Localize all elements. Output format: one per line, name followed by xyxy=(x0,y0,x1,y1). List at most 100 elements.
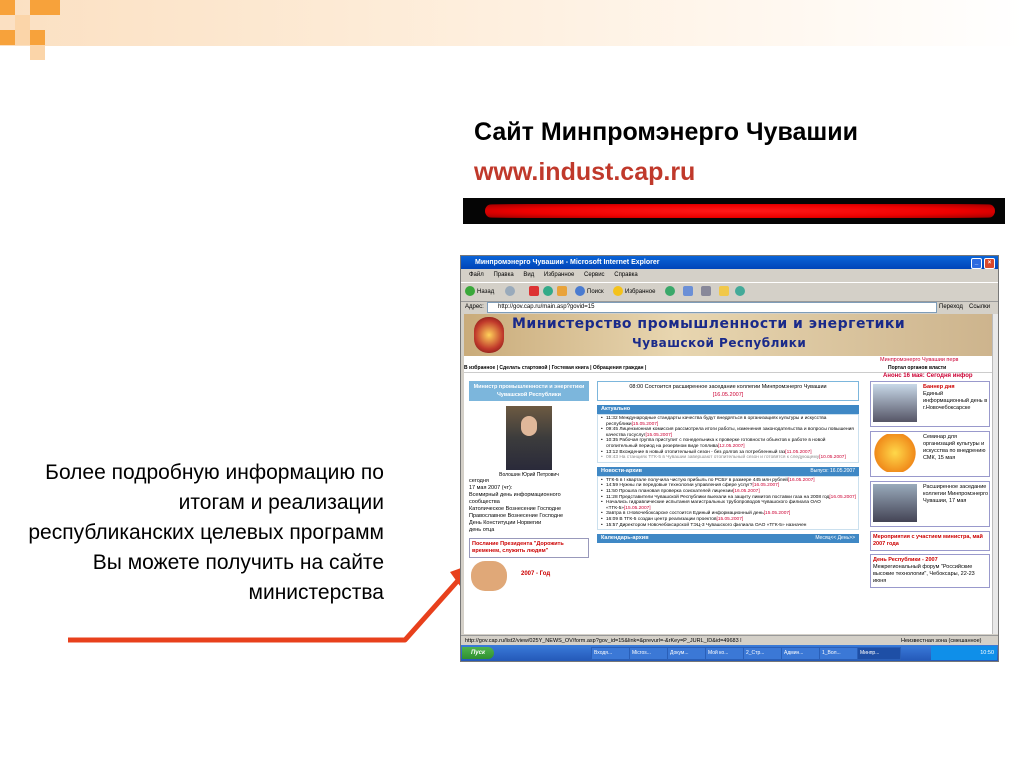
menu-item[interactable]: Избранное xyxy=(544,272,574,278)
print-button[interactable] xyxy=(701,286,713,298)
address-input[interactable]: http://gov.cap.ru/main.asp?govid=15 xyxy=(487,302,937,313)
list-item[interactable]: 09:45 Лицензионная комиссия рассмотрела … xyxy=(600,427,856,438)
menu-item[interactable]: Файл xyxy=(469,272,484,278)
taskbar-item[interactable]: Мой ко... xyxy=(705,647,745,660)
forward-button[interactable] xyxy=(505,286,517,298)
messenger-button[interactable] xyxy=(735,286,747,298)
back-button[interactable]: Назад xyxy=(465,286,494,298)
president-message-link[interactable]: Послание Президента "Дорожить временем, … xyxy=(469,538,589,558)
stop-icon xyxy=(529,286,539,297)
messenger-icon xyxy=(735,286,745,297)
taskbar-item[interactable]: Админ... xyxy=(781,647,821,660)
banner-line1: Министерство промышленности и энергетики xyxy=(512,316,906,332)
deco-square xyxy=(0,0,15,15)
taskbar-item[interactable]: 2_Стр... xyxy=(743,647,783,660)
star-icon xyxy=(613,286,623,297)
list-item[interactable]: 09:43 На станциях ТГК-5 в Чувашии заверш… xyxy=(600,455,856,461)
site-banner: Министерство промышленности и энергетики… xyxy=(464,314,992,356)
slide-top-gradient xyxy=(0,0,1024,46)
event-box[interactable]: 08:00 Состоится расширенное заседание ко… xyxy=(597,381,859,401)
start-button[interactable]: Пуск xyxy=(462,647,494,659)
go-button[interactable]: Переход xyxy=(939,301,963,313)
forward-icon xyxy=(505,286,515,297)
calendar-nav[interactable]: Месяц<< День>> xyxy=(815,534,855,543)
back-label: Назад xyxy=(477,289,495,295)
banner-of-day[interactable]: Баннер дня Единый информационный день в г… xyxy=(870,381,990,427)
browser-title: Минпромэнерго Чувашии - Microsoft Intern… xyxy=(475,259,660,266)
taskbar-item[interactable]: Входя... xyxy=(591,647,631,660)
news-text: Завтра в г.Новочебоксарске состоится Еди… xyxy=(606,511,764,517)
minister-events-link[interactable]: Мероприятия с участием министра, май 200… xyxy=(870,531,990,551)
refresh-button[interactable] xyxy=(543,286,555,298)
news-text: 11:28 Представители Чувашской Республики… xyxy=(606,494,830,500)
republic-day-box[interactable]: День Республики - 2007 Межрегиональный ф… xyxy=(870,554,990,588)
mail-button[interactable] xyxy=(683,286,695,298)
search-label: Поиск xyxy=(587,289,604,295)
collegium-text: Расширенное заседание коллегии Минпромэн… xyxy=(923,484,989,504)
close-icon[interactable]: × xyxy=(984,258,995,269)
calendar-line: сегодня xyxy=(469,478,489,484)
links-button[interactable]: Ссылки xyxy=(969,301,990,313)
section-actual-header: Актуально xyxy=(597,405,859,414)
news-date: [15.05.2007] xyxy=(623,505,651,511)
taskbar-item[interactable]: Micros... xyxy=(629,647,669,660)
banner-title: Баннер дня xyxy=(923,384,955,390)
news-date: [12.05.2007] xyxy=(717,443,745,449)
history-button[interactable] xyxy=(665,286,677,298)
top-links: В избранное | Сделать стартовой | Гостев… xyxy=(464,364,992,373)
taskbar-item[interactable]: 1_Вол... xyxy=(819,647,859,660)
list-item[interactable]: 11:32 Международные стандарты качества б… xyxy=(600,416,856,427)
menu-item[interactable]: Справка xyxy=(614,272,638,278)
deco-square xyxy=(0,30,15,45)
taskbar-item-active[interactable]: Минпр... xyxy=(857,647,901,660)
deco-square xyxy=(30,45,45,60)
search-button[interactable]: Поиск xyxy=(575,286,604,298)
collegium-box[interactable]: Расширенное заседание коллегии Минпромэн… xyxy=(870,481,990,527)
anons-text[interactable]: Анонс 16 мая: Сегодня инфор xyxy=(883,373,973,379)
top-links-left[interactable]: В избранное | Сделать стартовой | Гостев… xyxy=(464,365,646,371)
section-actual-title: Актуально xyxy=(601,406,631,412)
taskbar: Пуск Входя... Micros... Докум... Мой ко.… xyxy=(461,645,998,661)
minimize-icon[interactable]: _ xyxy=(971,258,982,269)
seminar-text: Семинар для организаций культуры и искус… xyxy=(923,434,986,461)
address-bar: Адрес: http://gov.cap.ru/main.asp?govid=… xyxy=(461,301,998,313)
red-glow-bar-inner xyxy=(485,204,995,218)
section-calendar-title: Календарь-архив xyxy=(601,535,649,542)
folder-button[interactable] xyxy=(719,286,731,298)
calendar-line: Католическое Вознесение Господне xyxy=(469,506,562,512)
deco-square xyxy=(30,30,45,45)
browser-screenshot: Минпромэнерго Чувашии - Microsoft Intern… xyxy=(460,255,999,662)
minister-face xyxy=(521,416,537,436)
menu-item[interactable]: Правка xyxy=(493,272,513,278)
home-button[interactable] xyxy=(557,286,569,298)
mail-icon xyxy=(683,286,693,297)
news-date: [11.05.2007] xyxy=(785,449,812,455)
browser-menubar: Файл Правка Вид Избранное Сервис Справка xyxy=(461,270,998,281)
quality-logo-icon xyxy=(873,434,917,472)
slide-title: Сайт Минпромэнерго Чувашии xyxy=(474,118,858,146)
year-banner[interactable]: 2007 - Год xyxy=(469,561,589,591)
list-item[interactable]: Начались гидравлические испытания магист… xyxy=(600,500,856,511)
menu-item[interactable]: Сервис xyxy=(584,272,605,278)
stop-button[interactable] xyxy=(529,286,541,298)
list-item[interactable]: 10:35 Рабочая группа приступит с понедел… xyxy=(600,438,856,449)
news-text: ТГК-5 в I квартале получила чистую прибы… xyxy=(606,477,788,483)
top-links-right[interactable]: Портал органов власти xyxy=(888,364,946,372)
taskbar-item[interactable]: Докум... xyxy=(667,647,707,660)
news-text: 13:12 Вхождение в новый отопительный сез… xyxy=(606,449,786,455)
clock: 10:50 xyxy=(980,650,994,656)
archive-issue-date: Выпуск: 16.05.2007 xyxy=(810,467,855,474)
list-item[interactable]: 15:57 Директором Новочебоксарской ТЭЦ-3 … xyxy=(600,523,856,529)
menu-item[interactable]: Вид xyxy=(523,272,534,278)
site-url[interactable]: www.indust.cap.ru xyxy=(474,158,695,187)
system-tray: 10:50 xyxy=(931,646,997,660)
home-icon xyxy=(557,286,567,297)
favorites-button[interactable]: Избранное xyxy=(613,286,655,298)
vertical-scrollbar[interactable] xyxy=(992,314,998,634)
seminar-box[interactable]: Семинар для организаций культуры и искус… xyxy=(870,431,990,477)
news-ticker[interactable]: Минпромэнерго Чувашии перв xyxy=(880,357,958,363)
banner-line2: Чувашской Республики xyxy=(632,336,807,350)
news-text: 09:45 Лицензионная комиссия рассмотрела … xyxy=(606,427,854,438)
minister-photo xyxy=(506,406,552,470)
minister-header: Министр промышленности и энергетики Чува… xyxy=(469,381,589,401)
